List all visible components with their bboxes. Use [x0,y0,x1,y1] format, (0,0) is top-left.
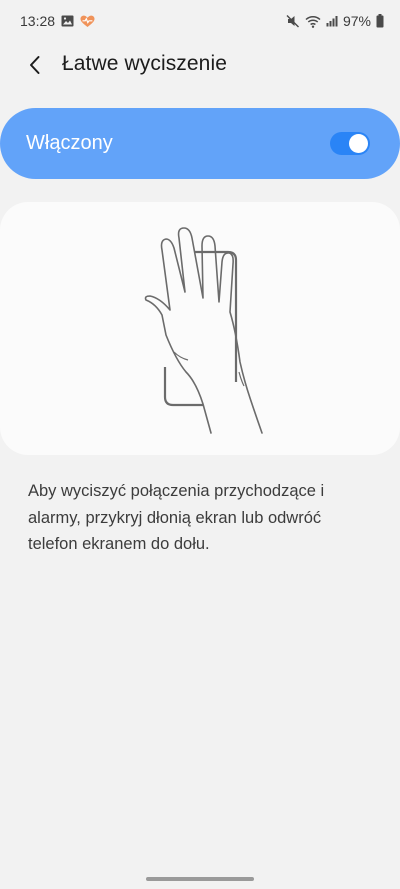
master-switch-label: Włączony [26,132,113,154]
status-time: 13:28 [20,13,56,29]
health-heart-icon [80,15,95,28]
illustration-card [0,202,400,455]
battery-icon [376,14,384,28]
chevron-left-icon [28,55,42,75]
master-switch-card[interactable]: Włączony [0,108,400,179]
description-text: Aby wyciszyć połączenia przychodzące i a… [28,482,325,553]
battery-percent: 97% [342,13,371,29]
header: Łatwe wyciszenie [0,44,400,86]
status-left: 13:28 [20,13,95,29]
status-bar: 13:28 97% [0,0,400,44]
toggle-thumb [349,134,368,153]
gallery-icon [61,15,74,27]
mute-icon [286,14,300,28]
back-button[interactable] [20,50,50,80]
home-indicator[interactable] [146,877,254,881]
status-right: 97% [286,13,384,29]
page-title: Łatwe wyciszenie [62,52,228,75]
signal-icon [326,15,338,27]
wifi-icon [305,15,321,28]
master-toggle-switch[interactable] [330,132,370,155]
